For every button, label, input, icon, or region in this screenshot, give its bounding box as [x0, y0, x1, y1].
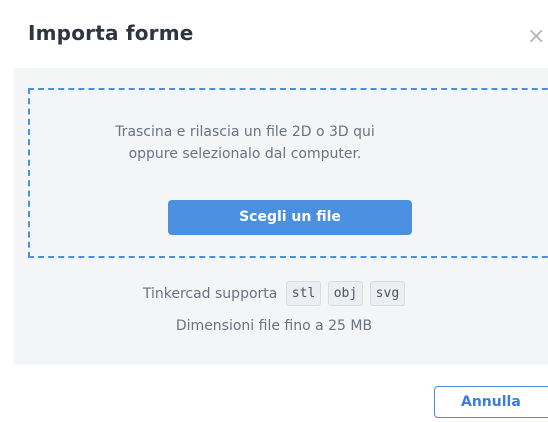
file-size-limit: Dimensioni file fino a 25 MB: [175, 318, 373, 334]
dropzone-instructions: Trascina e rilascia un file 2D o 3D qui …: [30, 121, 460, 165]
file-dropzone[interactable]: Trascina e rilascia un file 2D o 3D qui …: [28, 88, 548, 258]
supported-formats: Tinkercad supporta stl obj svg: [14, 281, 534, 306]
supported-formats-label: Tinkercad supporta: [142, 285, 278, 302]
dialog-footer: Annulla: [0, 365, 548, 422]
dialog-header: Importa forme ×: [0, 0, 548, 68]
dialog-title: Importa forme: [28, 21, 194, 45]
format-badge-obj: obj: [327, 281, 364, 306]
close-icon[interactable]: ×: [527, 26, 545, 48]
dialog-body: Trascina e rilascia un file 2D o 3D qui …: [14, 68, 548, 365]
import-shapes-dialog: Importa forme × Trascina e rilascia un f…: [0, 0, 548, 422]
dropzone-line-2: oppure selezionalo dal computer.: [128, 146, 362, 162]
dropzone-line-1: Trascina e rilascia un file 2D o 3D qui: [115, 124, 375, 140]
format-badge-svg: svg: [369, 281, 406, 306]
cancel-button[interactable]: Annulla: [434, 386, 548, 418]
format-badge-stl: stl: [285, 281, 322, 306]
choose-file-button[interactable]: Scegli un file: [168, 200, 412, 235]
